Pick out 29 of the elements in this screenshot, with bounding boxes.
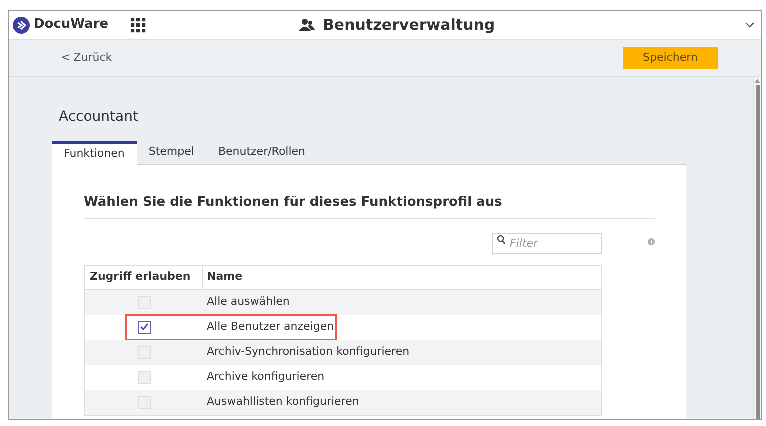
tab[interactable]: Funktionen — [52, 141, 137, 165]
search-icon — [497, 234, 506, 244]
tab[interactable]: Benutzer/Rollen — [206, 141, 318, 164]
table-row[interactable]: Auswahllisten konfigurieren — [85, 390, 601, 414]
logo-icon — [13, 16, 30, 34]
app-grid-icon[interactable] — [130, 18, 146, 32]
checkbox[interactable] — [138, 320, 150, 334]
section-heading: Wählen Sie die Funktionen für dieses Funktionsprofil aus — [84, 193, 655, 218]
function-name: Auswahllisten konfigurieren — [206, 394, 360, 410]
users-icon — [299, 18, 315, 32]
chevron-down-icon[interactable] — [745, 22, 755, 28]
column-header: Name — [206, 268, 244, 285]
function-name: Archive konfigurieren — [206, 368, 326, 385]
scroll-up-icon[interactable] — [755, 79, 760, 83]
logo-text: DocuWare — [34, 16, 109, 34]
function-name: Alle auswählen — [206, 294, 291, 310]
page-title: Benutzerverwaltung — [323, 14, 496, 36]
tab[interactable]: Stempel — [136, 141, 206, 164]
scrollbar[interactable] — [753, 77, 761, 419]
function-name: Alle Benutzer anzeigen — [206, 318, 336, 335]
table-row[interactable]: Alle auswählen — [85, 290, 601, 314]
back-link[interactable]: < Zurück — [61, 50, 112, 66]
column-header: Zugriff erlauben — [85, 266, 203, 288]
save-button[interactable]: Speichern — [623, 47, 718, 69]
function-name: Archiv-Synchronisation konfigurieren — [206, 344, 411, 360]
profile-title: Accountant — [59, 108, 138, 127]
info-icon[interactable] — [648, 236, 655, 248]
filter-field[interactable]: Filter — [492, 232, 602, 254]
table-row[interactable]: Archiv-Synchronisation konfigurieren — [85, 340, 601, 364]
